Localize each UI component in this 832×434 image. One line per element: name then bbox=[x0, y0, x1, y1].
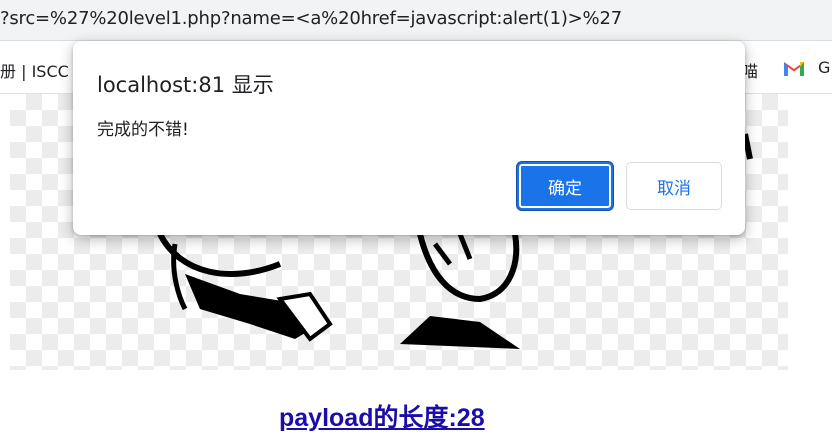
dialog-message: 完成的不错! bbox=[97, 120, 189, 140]
address-bar[interactable]: ?src=%27%20level1.php?name=<a%20href=jav… bbox=[0, 0, 832, 41]
url-text[interactable]: ?src=%27%20level1.php?name=<a%20href=jav… bbox=[0, 8, 622, 29]
ok-button[interactable]: 确定 bbox=[517, 162, 613, 210]
bookmark-iscc[interactable]: 册 | ISCC bbox=[0, 58, 69, 82]
bookmark-g-partial[interactable]: G bbox=[818, 58, 830, 77]
gmail-icon[interactable] bbox=[782, 58, 806, 78]
alert-dialog: localhost:81 显示 完成的不错! 确定 取消 bbox=[73, 41, 745, 235]
dialog-title: localhost:81 显示 bbox=[97, 73, 274, 97]
cancel-button[interactable]: 取消 bbox=[626, 162, 722, 210]
payload-length-link[interactable]: payload的长度:28 bbox=[279, 398, 485, 434]
